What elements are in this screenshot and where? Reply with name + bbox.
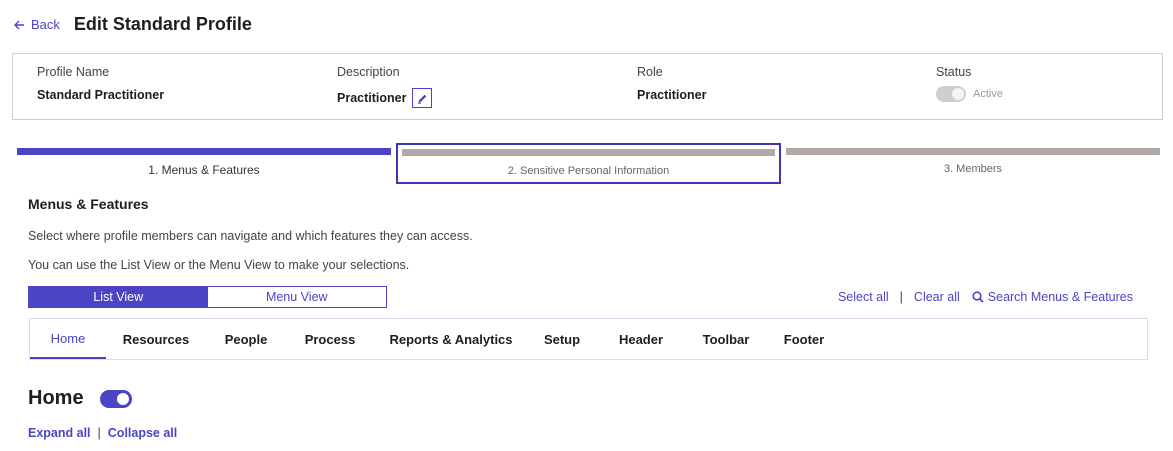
tab-footer[interactable]: Footer [766,319,842,359]
profile-name-value: Standard Practitioner [37,88,165,102]
home-section-header: Home [28,387,132,410]
home-enable-toggle[interactable] [99,389,132,408]
step-sensitive-info[interactable]: 2. Sensitive Personal Information [396,143,781,184]
role-value: Practitioner [637,88,707,102]
clear-all-link[interactable]: Clear all [914,290,960,304]
home-section-title: Home [28,387,84,409]
tab-header[interactable]: Header [596,319,686,359]
status-field: Status Active [936,65,1003,102]
section-description: You can use the List View or the Menu Vi… [28,258,410,272]
arrow-left-icon [14,20,24,29]
tab-setup[interactable]: Setup [528,319,596,359]
tab-reports-analytics[interactable]: Reports & Analytics [374,319,528,359]
page-title: Edit Standard Profile [73,14,252,34]
section-title: Menus & Features [28,196,149,212]
step-members[interactable]: 3. Members [786,148,1160,184]
pencil-icon [417,94,427,104]
back-link[interactable]: Back [14,17,60,32]
step-menus-features[interactable]: 1. Menus & Features [17,148,391,184]
description-label: Description [337,65,400,79]
profile-name-field: Profile Name Standard Practitioner [37,65,164,102]
back-label: Back [31,17,60,32]
step-progress-bar [786,148,1160,155]
step-label: 3. Members [943,163,1003,175]
expand-all-link[interactable]: Expand all [28,426,91,440]
menu-view-button[interactable]: Menu View [207,287,386,307]
profile-summary: Profile Name Standard Practitioner Descr… [12,53,1163,120]
step-label: 2. Sensitive Personal Information [507,165,670,177]
expand-collapse-controls: Expand all | Collapse all [28,426,177,440]
collapse-all-link[interactable]: Collapse all [108,426,177,440]
step-label: 1. Menus & Features [148,163,260,177]
status-toggle [936,86,966,102]
tab-resources[interactable]: Resources [106,319,206,359]
selection-actions: Select all | Clear all Search Menus & Fe… [838,290,1133,304]
select-all-link[interactable]: Select all [838,290,889,304]
profile-name-label: Profile Name [37,65,110,79]
separator: | [97,426,101,440]
search-icon [972,291,984,303]
separator: | [899,290,903,304]
page-header: Back Edit Standard Profile [14,14,252,35]
tab-home[interactable]: Home [30,319,106,359]
search-menus-link[interactable]: Search Menus & Features [972,290,1133,304]
view-toggle: List View Menu View [28,286,387,308]
tab-people[interactable]: People [206,319,286,359]
edit-description-button[interactable] [412,88,433,108]
list-view-button[interactable]: List View [29,287,208,307]
menu-tabs: Home Resources People Process Reports & … [29,318,1148,360]
status-value: Active [973,88,1003,100]
search-label: Search Menus & Features [987,290,1133,304]
step-progress-bar [17,148,391,155]
role-label: Role [637,65,663,79]
section-description: Select where profile members can navigat… [28,229,473,243]
role-field: Role Practitioner [637,65,706,102]
description-field: Description Practitioner [337,65,433,108]
tab-toolbar[interactable]: Toolbar [686,319,766,359]
description-value: Practitioner [337,91,407,105]
tab-process[interactable]: Process [286,319,374,359]
status-label: Status [936,65,972,79]
step-progress-bar [402,149,775,156]
